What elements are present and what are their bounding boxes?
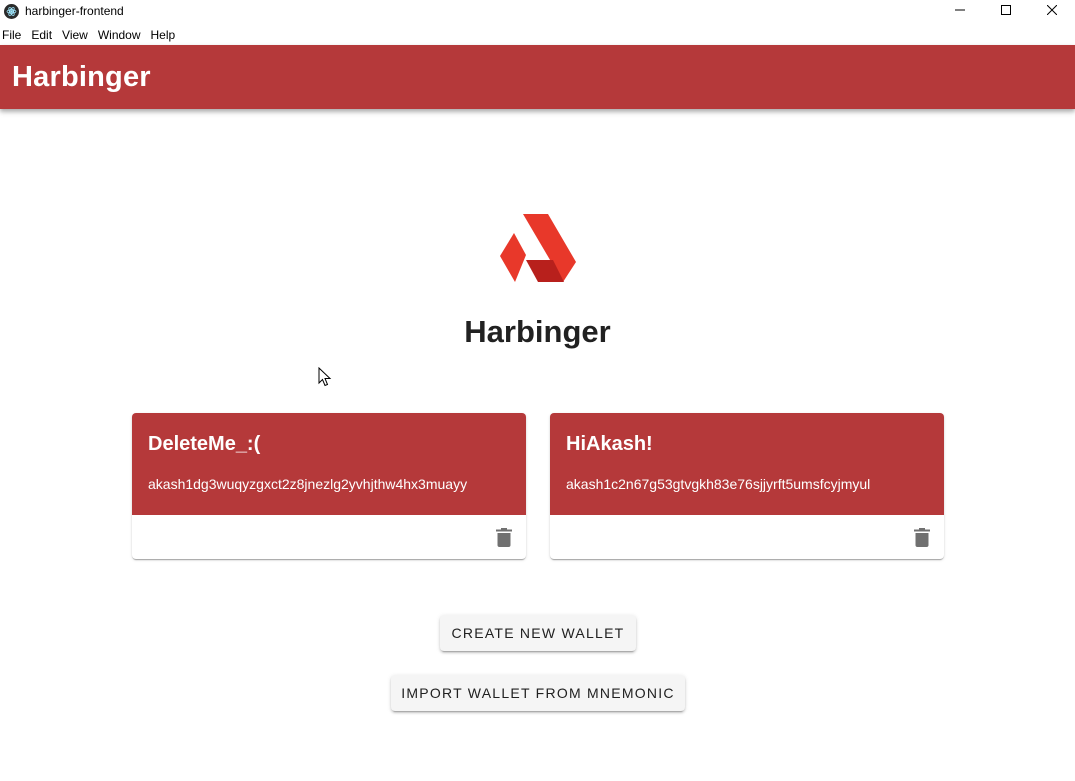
maximize-button[interactable]: [983, 0, 1029, 20]
wallet-card[interactable]: HiAkash! akash1c2n67g53gtvgkh83e76sjjyrf…: [550, 413, 944, 559]
menu-help[interactable]: Help: [149, 28, 182, 42]
window-controls: [937, 0, 1075, 22]
akash-logo-icon: [500, 214, 576, 282]
wallet-card-header[interactable]: DeleteMe_:( akash1dg3wuqyzgxct2z8jnezlg2…: [132, 413, 526, 515]
wallet-name: DeleteMe_:(: [148, 433, 261, 455]
menu-bar: File Edit View Window Help: [0, 24, 1075, 45]
minimize-icon: [955, 9, 965, 11]
wallet-name: HiAkash!: [566, 433, 653, 455]
close-button[interactable]: [1029, 0, 1075, 20]
mouse-cursor-icon: [318, 367, 332, 387]
page-title: Harbinger: [464, 314, 611, 349]
trash-icon: [914, 527, 930, 547]
wallet-address: akash1c2n67g53gtvgkh83e76sjjyrft5umsfcyj…: [566, 476, 871, 492]
import-wallet-button[interactable]: IMPORT WALLET FROM MNEMONIC: [391, 675, 685, 711]
delete-wallet-button[interactable]: [912, 526, 932, 548]
wallet-address: akash1dg3wuqyzgxct2z8jnezlg2yvhjthw4hx3m…: [148, 476, 468, 492]
app-bar-title: Harbinger: [12, 60, 151, 93]
maximize-icon: [1001, 5, 1011, 15]
create-wallet-button[interactable]: CREATE NEW WALLET: [440, 615, 636, 651]
minimize-button[interactable]: [937, 0, 983, 20]
trash-icon: [496, 527, 512, 547]
wallet-card-actions: [550, 515, 944, 559]
menu-edit[interactable]: Edit: [29, 28, 58, 42]
menu-window[interactable]: Window: [96, 28, 147, 42]
wallet-card-header[interactable]: HiAkash! akash1c2n67g53gtvgkh83e76sjjyrf…: [550, 413, 944, 515]
window-title: harbinger-frontend: [25, 4, 124, 18]
window-titlebar: harbinger-frontend: [0, 0, 1075, 22]
menu-view[interactable]: View: [60, 28, 94, 42]
menu-file[interactable]: File: [0, 28, 27, 42]
wallet-card[interactable]: DeleteMe_:( akash1dg3wuqyzgxct2z8jnezlg2…: [132, 413, 526, 559]
electron-app-icon: [4, 3, 19, 19]
app-bar: Harbinger: [0, 45, 1075, 109]
wallet-card-actions: [132, 515, 526, 559]
delete-wallet-button[interactable]: [494, 526, 514, 548]
close-icon: [1047, 5, 1057, 15]
